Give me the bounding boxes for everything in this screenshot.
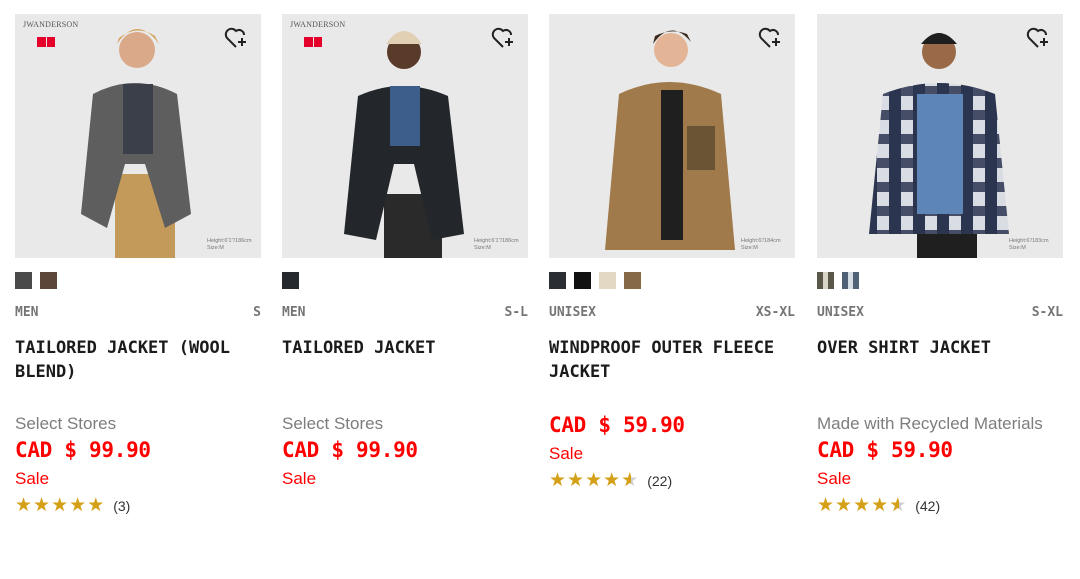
- size-range: XS-XL: [755, 305, 795, 320]
- star-icon: ★: [549, 470, 567, 491]
- price: CAD $ 99.90: [282, 438, 418, 462]
- rating[interactable]: ★ ★ ★ ★ ★ (3): [15, 496, 261, 516]
- sale-badge: Sale: [282, 469, 317, 488]
- favorite-heart-plus-icon[interactable]: [757, 24, 785, 52]
- product-name[interactable]: OVER SHIRT JACKET: [817, 336, 1063, 400]
- half-star-icon: ★: [889, 496, 906, 517]
- color-swatches: [817, 272, 1063, 289]
- color-swatches: [549, 272, 795, 289]
- product-card[interactable]: JWANDERSON Height:6'1"/186cm Size:M MEN …: [15, 14, 261, 516]
- product-card[interactable]: Height:6'/184cm Size:M UNISEX XS-XL WIND…: [549, 14, 795, 491]
- product-card[interactable]: JWANDERSON Height:6'1"/186cm Size:M MEN …: [282, 14, 528, 489]
- star-icon: ★: [51, 495, 69, 516]
- sustainability-note: Made with Recycled Materials: [817, 414, 1043, 433]
- color-swatch[interactable]: [549, 272, 566, 289]
- price: CAD $ 59.90: [817, 438, 953, 462]
- color-swatch[interactable]: [282, 272, 299, 289]
- star-icon: ★: [87, 495, 105, 516]
- gender-label: UNISEX: [817, 305, 864, 320]
- star-icon: ★: [585, 470, 603, 491]
- brand-logo: [37, 37, 55, 47]
- star-icon: ★: [603, 470, 621, 491]
- favorite-heart-plus-icon[interactable]: [223, 24, 251, 52]
- product-name[interactable]: TAILORED JACKET (WOOL BLEND): [15, 336, 261, 400]
- color-swatch[interactable]: [599, 272, 616, 289]
- star-icon: ★: [567, 470, 585, 491]
- review-count: (42): [915, 498, 941, 514]
- brand-label: JWANDERSON: [290, 20, 346, 29]
- sale-badge: Sale: [15, 469, 50, 488]
- availability-note: Select Stores: [282, 414, 384, 433]
- model-height-note: Height:6'/183cm Size:M: [1009, 238, 1049, 251]
- color-swatch[interactable]: [842, 272, 859, 289]
- brand-label: JWANDERSON: [23, 20, 79, 29]
- product-image[interactable]: Height:6'/183cm Size:M: [817, 14, 1063, 258]
- rating[interactable]: ★ ★ ★ ★ ★ (22): [549, 470, 795, 492]
- model-height-note: Height:6'1"/186cm Size:M: [207, 238, 252, 251]
- gender-label: MEN: [15, 305, 39, 320]
- product-name[interactable]: WINDPROOF OUTER FLEECE JACKET: [549, 336, 795, 400]
- sale-badge: Sale: [817, 469, 852, 488]
- color-swatches: [282, 272, 528, 289]
- star-rating: ★ ★ ★ ★ ★: [817, 495, 906, 517]
- availability-note: Select Stores: [15, 414, 117, 433]
- color-swatch[interactable]: [15, 272, 32, 289]
- color-swatch[interactable]: [574, 272, 591, 289]
- brand-logo: [304, 37, 322, 47]
- star-icon: ★: [33, 495, 51, 516]
- price: CAD $ 59.90: [549, 413, 685, 437]
- review-count: (22): [647, 473, 673, 489]
- gender-label: MEN: [282, 305, 306, 320]
- price: CAD $ 99.90: [15, 438, 151, 462]
- model-height-note: Height:6'/184cm Size:M: [741, 238, 781, 251]
- color-swatch[interactable]: [40, 272, 57, 289]
- size-range: S-XL: [1031, 305, 1063, 320]
- rating[interactable]: ★ ★ ★ ★ ★ (42): [817, 495, 1063, 517]
- star-icon: ★: [15, 495, 33, 516]
- star-icon: ★: [871, 495, 889, 516]
- star-icon: ★: [853, 495, 871, 516]
- star-icon: ★: [69, 495, 87, 516]
- size-range: S-L: [504, 305, 528, 320]
- product-image[interactable]: JWANDERSON Height:6'1"/186cm Size:M: [282, 14, 528, 258]
- size-range: S: [253, 305, 261, 320]
- review-count: (3): [113, 498, 131, 514]
- gender-label: UNISEX: [549, 305, 596, 320]
- half-star-icon: ★: [621, 471, 638, 492]
- product-card[interactable]: Height:6'/183cm Size:M UNISEX S-XL OVER …: [817, 14, 1063, 516]
- product-image[interactable]: JWANDERSON Height:6'1"/186cm Size:M: [15, 14, 261, 258]
- product-name[interactable]: TAILORED JACKET: [282, 336, 528, 400]
- star-icon: ★: [817, 495, 835, 516]
- star-rating: ★ ★ ★ ★ ★: [15, 496, 104, 516]
- color-swatch[interactable]: [817, 272, 834, 289]
- model-height-note: Height:6'1"/186cm Size:M: [474, 238, 519, 251]
- product-image[interactable]: Height:6'/184cm Size:M: [549, 14, 795, 258]
- color-swatch[interactable]: [624, 272, 641, 289]
- favorite-heart-plus-icon[interactable]: [490, 24, 518, 52]
- star-icon: ★: [835, 495, 853, 516]
- color-swatches: [15, 272, 261, 289]
- sale-badge: Sale: [549, 444, 584, 463]
- star-rating: ★ ★ ★ ★ ★: [549, 470, 638, 492]
- favorite-heart-plus-icon[interactable]: [1025, 24, 1053, 52]
